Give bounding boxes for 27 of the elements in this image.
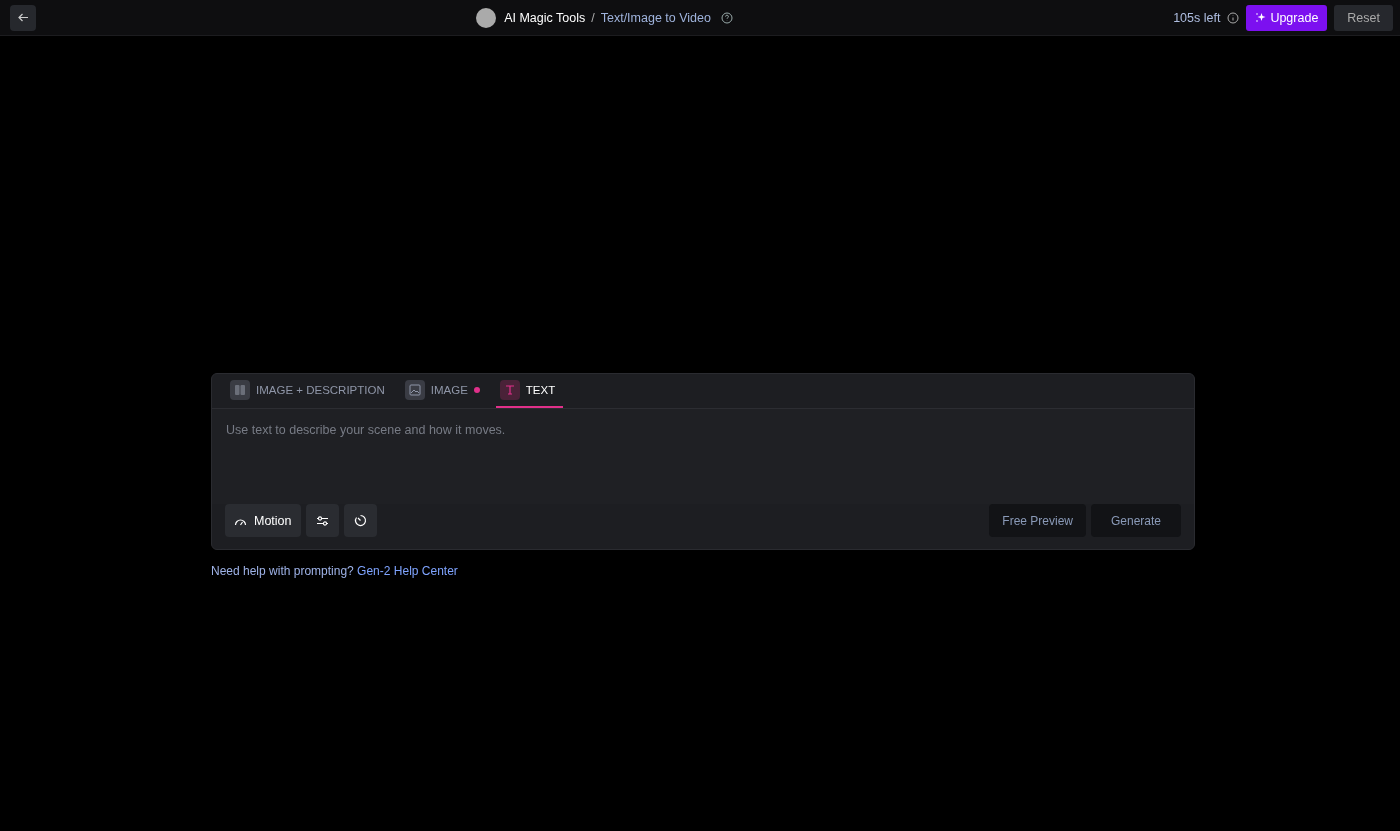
info-icon[interactable] bbox=[1227, 11, 1240, 24]
back-button[interactable] bbox=[10, 4, 36, 31]
prompt-input[interactable]: Use text to describe your scene and how it moves. bbox=[226, 423, 1180, 490]
help-center-link[interactable]: Gen-2 Help Center bbox=[357, 564, 458, 578]
columns-icon bbox=[234, 384, 246, 396]
generate-button[interactable]: Generate bbox=[1091, 504, 1181, 537]
help-icon[interactable] bbox=[720, 11, 733, 24]
reset-button[interactable]: Reset bbox=[1334, 4, 1393, 31]
image-icon bbox=[408, 384, 421, 396]
motion-button[interactable]: Motion bbox=[225, 504, 301, 537]
credits-remaining: 105s left bbox=[1173, 10, 1221, 25]
text-icon bbox=[503, 384, 516, 396]
help-text: Need help with prompting? bbox=[211, 564, 354, 578]
avatar bbox=[476, 7, 497, 28]
preview-button[interactable]: Free Preview bbox=[989, 504, 1086, 537]
timer-icon bbox=[353, 514, 367, 527]
settings-button[interactable] bbox=[305, 504, 339, 537]
breadcrumb-item[interactable]: AI Magic Tools bbox=[504, 10, 586, 25]
breadcrumb-item[interactable]: Text/Image to Video bbox=[600, 10, 711, 25]
arrow-left-icon bbox=[17, 13, 29, 22]
breadcrumb-separator: / bbox=[591, 10, 595, 25]
duration-button[interactable] bbox=[343, 504, 377, 537]
mode-tab[interactable]: IMAGE bbox=[400, 374, 488, 408]
sliders-icon bbox=[315, 514, 329, 527]
upgrade-button[interactable]: Upgrade bbox=[1246, 4, 1328, 31]
mode-tab[interactable]: IMAGE + DESCRIPTION bbox=[226, 374, 393, 408]
sparkle-icon bbox=[1255, 12, 1267, 23]
